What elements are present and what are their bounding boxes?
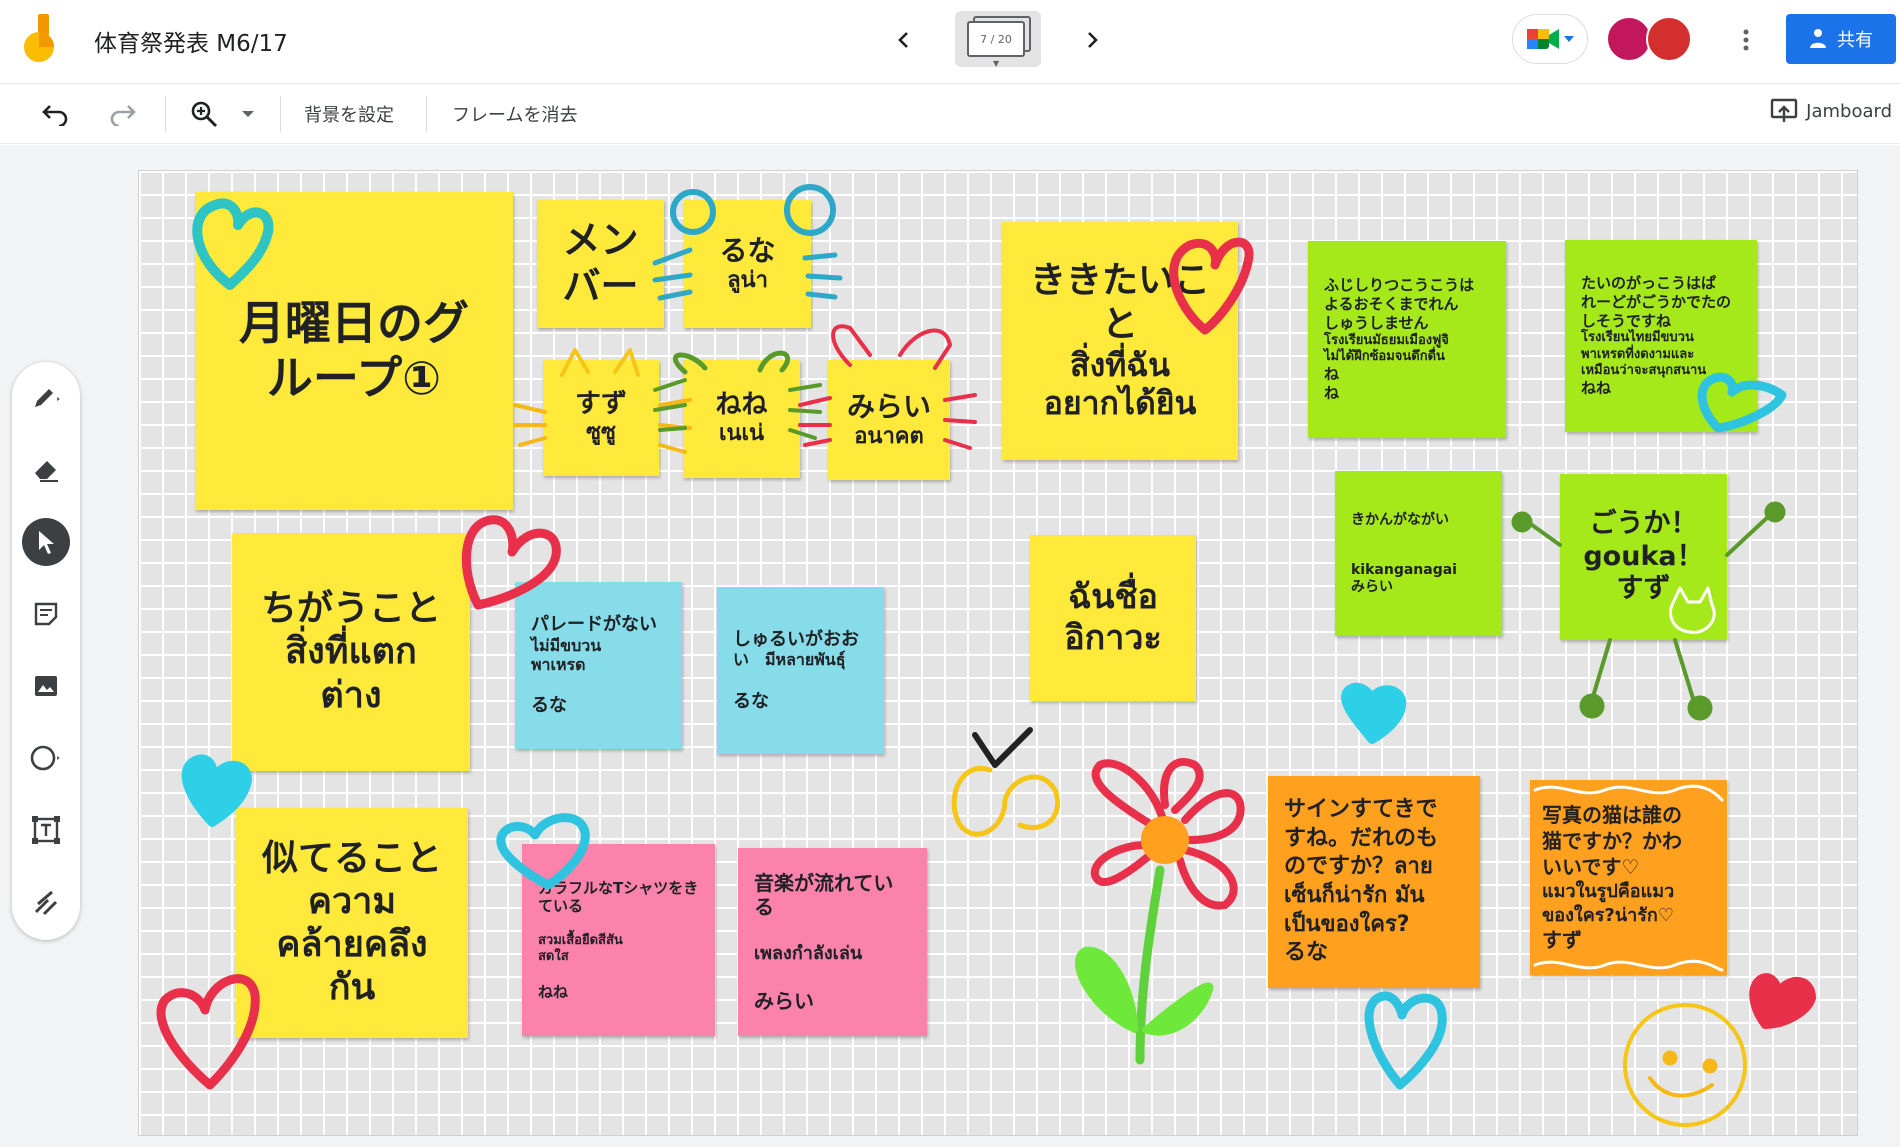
toolbar-divider [426,96,427,132]
sticky-note-parade[interactable]: パレードがない ไม่มีขบวน พาเหรด るな [515,582,682,749]
redo-icon [110,105,136,126]
sticky-note-many-kinds[interactable]: しゅるいがおお い มีหลายพันธุ์ るな [717,587,884,754]
clear-frame-button[interactable]: フレームを消去 [452,98,577,130]
sticky-note-suzu[interactable]: すず ซูซู [543,360,659,476]
sticky-note-mirai[interactable]: みらい อนาคต [828,360,950,480]
sticky-note-runa[interactable]: るな ลูน่า [684,200,811,328]
tool-rail [12,362,80,940]
sticky-note-gouka[interactable]: ごうか！ gouka！ すず [1560,474,1727,640]
zoom-menu-button[interactable] [242,98,254,130]
person-link-icon [1810,29,1826,48]
sticky-note-thai-school[interactable]: たいのがっこうはぱ れーどがごうかでたの しそうですね โรงเรียนไทยม… [1565,240,1757,432]
select-tool-button[interactable] [22,518,70,566]
toolbar-divider [165,96,166,132]
textbox-icon [32,816,60,844]
next-frame-button[interactable] [1074,22,1110,58]
more-vert-icon [1743,29,1749,51]
sticky-note-icon [34,602,58,626]
frame-bar-toggle[interactable]: 7 / 20 ▼ [955,11,1041,68]
select-arrow-icon [39,531,54,554]
laser-icon [34,890,58,916]
chevron-right-icon [1088,32,1098,48]
sticky-note-nene[interactable]: ねね เนเน่ [683,360,800,478]
pen-tool-button[interactable] [22,374,70,422]
eraser-icon [35,461,58,482]
eraser-tool-button[interactable] [22,446,70,494]
meet-button[interactable] [1512,14,1588,64]
app-header: 体育祭発表 M6/17 7 / 20 ▼ 共有 [0,0,1900,84]
textbox-tool-button[interactable] [22,806,70,854]
sticky-note-fujishiro[interactable]: ふじしりつこうこうは よるおそくまでれん しゅうしません โรงเรียนมัธ… [1308,241,1506,438]
jamboard-logo-icon[interactable] [24,12,64,66]
shape-tool-button[interactable] [22,734,70,782]
zoom-in-icon [191,101,218,128]
chevron-left-icon [898,32,908,48]
sticky-note-differences[interactable]: ちがうこと สิ่งที่แตก ต่าง [232,533,470,771]
sticky-note-members[interactable]: メン バー [537,200,664,328]
jamboard-label: Jamboard [1806,100,1892,122]
sticky-note-title[interactable]: 月曜日のグ ループ① [195,192,513,510]
document-title[interactable]: 体育祭発表 M6/17 [94,24,288,58]
avatar[interactable] [1646,16,1692,62]
frame-caret-icon: ▼ [993,59,1000,68]
sticky-note-want-to-hear[interactable]: ききたいこ と สิ่งที่ฉัน อยากได้ยิน [1002,222,1238,460]
share-button[interactable]: 共有 [1786,14,1896,64]
previous-frame-button[interactable] [886,22,922,58]
undo-button[interactable] [42,98,70,130]
sticky-note-music[interactable]: 音楽が流れてい る เพลงกำลังเล่น みらい [738,848,927,1036]
sticky-note-colorful-tshirt[interactable]: カラフルなTシャツをき ている สวมเสื้อยืดสีสัน สดใส ねね [522,844,715,1036]
pen-icon [35,389,60,407]
share-label: 共有 [1837,30,1873,51]
undo-icon [42,105,68,126]
frame-indicator: 7 / 20 [967,21,1025,57]
laser-tool-button[interactable] [22,878,70,926]
sticky-note-my-name[interactable]: ฉันชื่อ อิกาวะ [1030,535,1196,701]
set-background-button[interactable]: 背景を設定 [304,98,394,130]
sticky-note-tool-button[interactable] [22,590,70,638]
chevron-down-icon [1564,36,1574,42]
sticky-note-cat-photo[interactable]: 写真の猫は誰の 猫ですか？かわ いいです♡ แมวในรูปคือแมว ของ… [1530,780,1727,975]
sticky-note-similarities[interactable]: 似てること ความ คล้ายคลึง กัน [236,808,468,1038]
redo-button[interactable] [108,98,136,130]
circle-icon [30,745,60,771]
image-icon [35,676,57,696]
chevron-down-icon [242,111,254,117]
toolbar-divider [280,96,281,132]
more-options-button[interactable] [1728,22,1764,58]
board-toolbar: 背景を設定 フレームを消去 Jamboard [0,84,1900,144]
zoom-button[interactable] [190,98,218,130]
cast-icon [1770,98,1798,122]
cast-to-jamboard-button[interactable]: Jamboard [1770,98,1892,124]
image-tool-button[interactable] [22,662,70,710]
meet-icon [1527,29,1559,49]
sticky-note-sign[interactable]: サインすてきで すね。だれのも のですか？ลาย เซ็นก็น่ารัก มั… [1268,776,1480,988]
sticky-note-kikan[interactable]: きかんがながい kikanganagai みらい [1335,471,1502,636]
